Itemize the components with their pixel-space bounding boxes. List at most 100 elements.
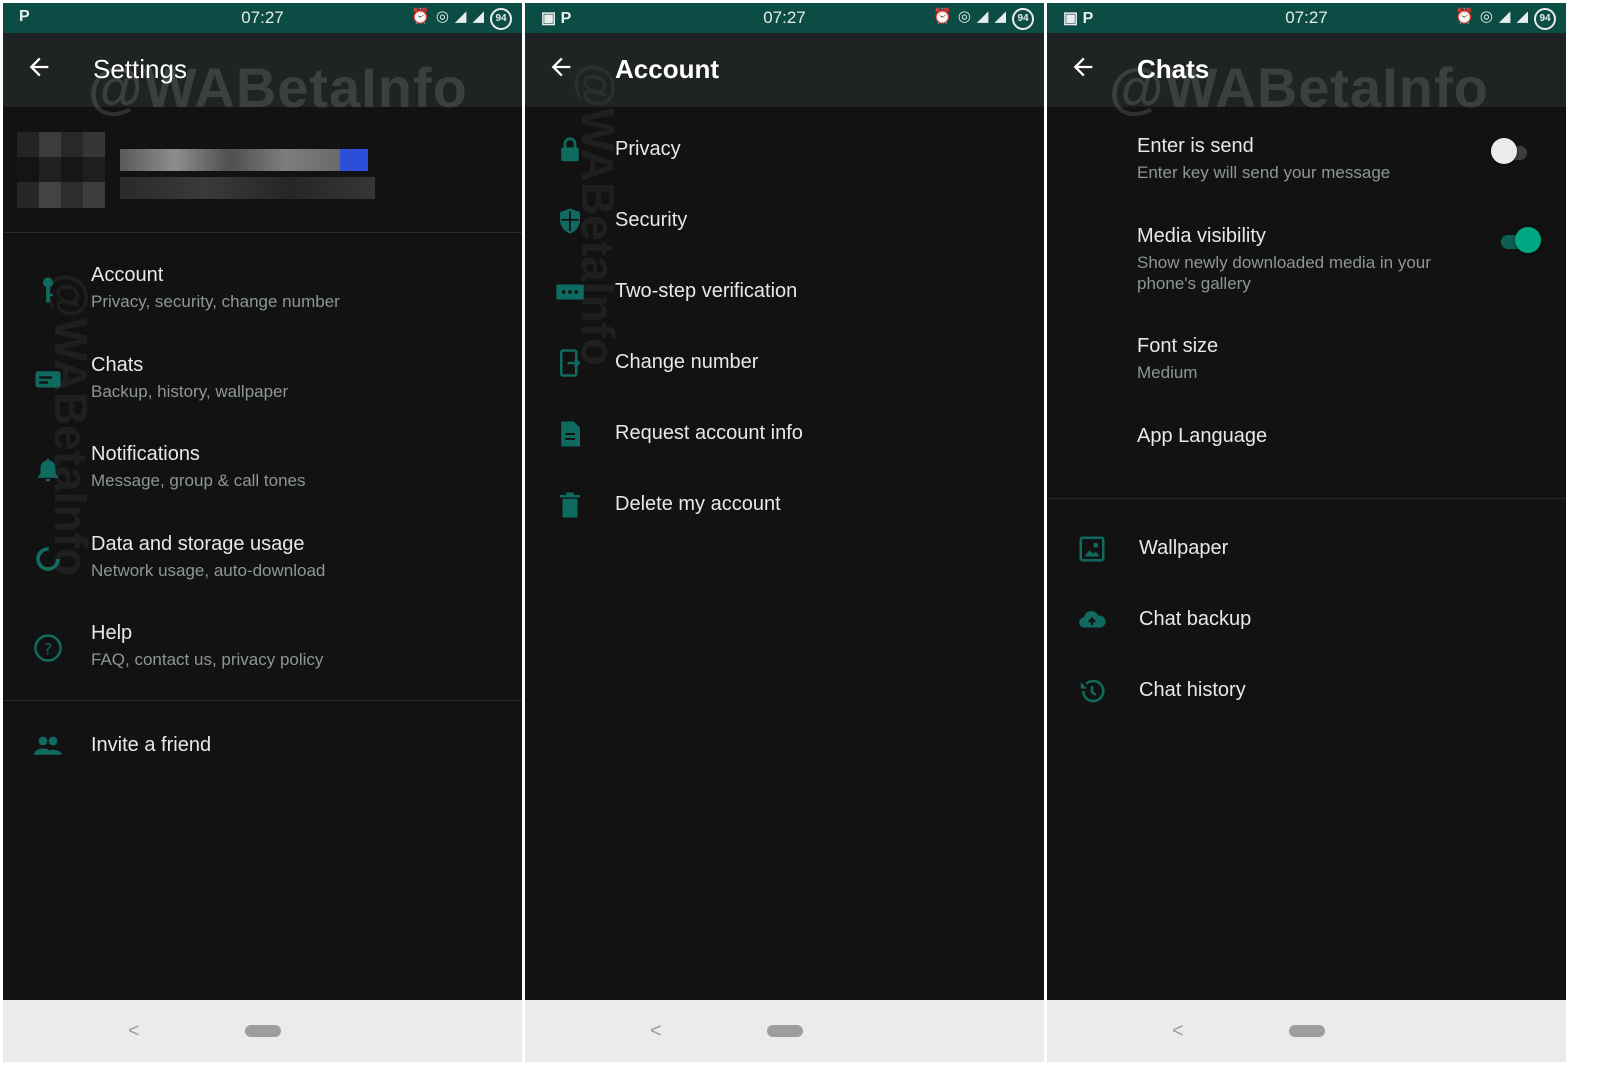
signal-icon: ◢ [994,8,1012,25]
alarm-icon: ⏰ [1455,8,1480,25]
help-icon: ? [34,634,62,662]
toggle-thumb [1491,138,1517,164]
battery-icon: 94 [1534,8,1556,30]
lock-icon [561,137,579,162]
hotspot-icon: ◎ [435,8,455,25]
settings-item-account[interactable]: Account Privacy, security, change number [3,253,522,333]
account-item-delete[interactable]: Delete my account [525,475,1044,535]
chat-setting-enter-is-send[interactable]: Enter is send Enter key will send your m… [1047,125,1566,195]
item-title: Notifications [91,443,200,465]
settings-item-data-storage[interactable]: Data and storage usage Network usage, au… [3,522,522,602]
wallpaper-icon [1079,536,1105,562]
shield-icon [560,208,580,234]
signal-icon: ◢ [976,8,995,25]
item-title: Wallpaper [1139,537,1229,559]
invite-label: Invite a friend [91,734,212,756]
chat-setting-media-visibility[interactable]: Media visibility Show newly downloaded m… [1047,215,1566,299]
settings-item-notifications[interactable]: Notifications Message, group & call tone… [3,432,522,512]
item-subtitle: Enter key will send your message [1137,163,1391,182]
profile-name-redacted [340,149,368,171]
nav-back-icon[interactable]: < [650,1020,662,1043]
signal-icon: ◢ [454,8,473,25]
invite-friend-item[interactable]: Invite a friend [3,721,522,771]
cloud-upload-icon [1079,610,1106,628]
battery-icon: 94 [490,8,512,30]
item-subtitle: Network usage, auto-download [91,561,326,580]
alarm-icon: ⏰ [933,8,958,25]
status-icons: ⏰◎◢◢ 94 [1455,7,1556,30]
page-title: Chats [1137,54,1210,84]
app-bar: Settings @WABetaInfo [3,33,522,119]
nav-bar: < [525,1000,1044,1062]
nav-home-pill[interactable] [244,1025,281,1037]
item-title: Chat backup [1139,608,1252,630]
account-item-change-number[interactable]: Change number [525,333,1044,393]
item-title: Font size [1137,335,1219,357]
chat-setting-font-size[interactable]: Font size Medium [1047,325,1566,389]
item-subtitle: Medium [1137,363,1198,382]
battery-icon: 94 [1012,8,1034,30]
signal-icon: ◢ [472,8,490,25]
data-usage-icon [36,547,60,571]
divider [1047,498,1566,499]
dots-password-icon [556,284,584,300]
item-title: Media visibility [1137,225,1266,247]
settings-screen: P 07:27 ⏰◎◢◢ 94 Settings @WABetaInfo @WAB… [3,3,522,1062]
item-title: Request account info [615,422,803,444]
signal-icon: ◢ [1498,8,1517,25]
account-item-two-step[interactable]: Two-step verification [525,262,1044,322]
account-screen: ▣ P 07:27 ⏰◎◢◢ 94 Account @WABetaInfo Pri… [525,3,1044,1062]
item-subtitle: FAQ, contact us, privacy policy [91,650,324,669]
account-item-request-info[interactable]: Request account info [525,404,1044,464]
app-bar: Account [525,33,1044,107]
signal-icon: ◢ [1516,8,1534,25]
nav-home-pill[interactable] [766,1025,803,1037]
alarm-icon: ⏰ [411,8,436,25]
profile-status-redacted [120,177,375,199]
back-arrow-icon[interactable] [1069,53,1097,81]
back-arrow-icon[interactable] [547,53,575,81]
chats-screen: ▣ P 07:27 ⏰◎◢◢ 94 Chats @WABetaInfo Enter… [1047,3,1566,1062]
page-title: Settings [93,54,187,84]
enter-is-send-toggle[interactable] [1491,138,1531,164]
item-title: Account [91,264,164,286]
hotspot-icon: ◎ [957,8,977,25]
change-number-icon [560,349,581,377]
avatar[interactable] [17,132,105,208]
key-icon [43,277,53,303]
nav-bar: < [1047,1000,1566,1062]
item-title: Data and storage usage [91,533,305,555]
nav-back-icon[interactable]: < [1172,1020,1184,1043]
chat-item-history[interactable]: Chat history [1047,661,1566,721]
chat-icon [35,371,61,388]
bell-icon [38,459,58,482]
status-bar: ▣ P 07:27 ⏰◎◢◢ 94 [525,3,1044,33]
account-item-privacy[interactable]: Privacy [525,120,1044,180]
item-title: Two-step verification [615,280,798,302]
status-bar: P 07:27 ⏰◎◢◢ 94 [3,3,522,33]
media-visibility-toggle[interactable] [1501,227,1541,253]
profile-row[interactable] [3,107,522,233]
nav-home-pill[interactable] [1288,1025,1325,1037]
account-item-security[interactable]: Security [525,191,1044,251]
status-bar: ▣ P 07:27 ⏰◎◢◢ 94 [1047,3,1566,33]
hotspot-icon: ◎ [1479,8,1499,25]
item-title: Change number [615,351,759,373]
item-title: Privacy [615,138,681,160]
svg-text:?: ? [44,639,53,658]
nav-bar: < [3,1000,522,1062]
settings-item-chats[interactable]: Chats Backup, history, wallpaper [3,343,522,423]
chat-item-wallpaper[interactable]: Wallpaper [1047,519,1566,579]
item-title: Chats [91,354,144,376]
back-arrow-icon[interactable] [25,53,53,81]
app-bar: Chats @WABetaInfo [1047,33,1566,119]
divider [3,700,522,701]
people-icon [34,736,62,755]
item-subtitle: Show newly downloaded media in your [1137,253,1431,272]
nav-back-icon[interactable]: < [128,1020,140,1043]
toggle-thumb [1515,227,1541,253]
chat-item-backup[interactable]: Chat backup [1047,590,1566,650]
chat-setting-app-language[interactable]: App Language [1047,415,1566,461]
trash-icon [560,492,580,518]
settings-item-help[interactable]: ? Help FAQ, contact us, privacy policy [3,611,522,691]
